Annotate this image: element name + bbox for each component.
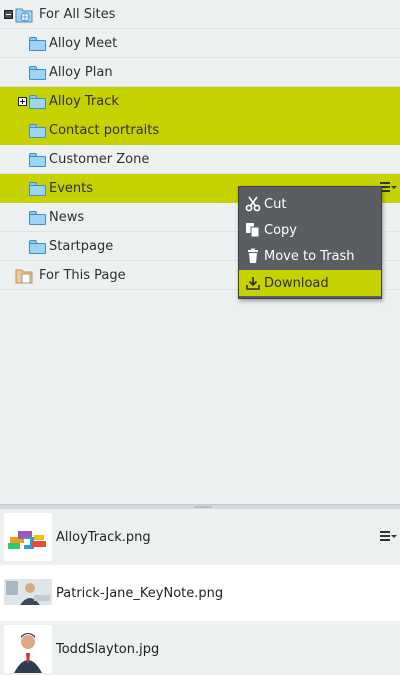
download-icon [245, 275, 261, 291]
folder-icon [29, 240, 46, 254]
menu-item-download[interactable]: Download [239, 270, 381, 296]
tree-node-label: Alloy Plan [49, 64, 113, 80]
context-menu: Cut Copy Move to Trash Download [238, 186, 382, 299]
tree-node-label: Alloy Meet [49, 35, 118, 51]
collapse-icon[interactable] [4, 10, 13, 19]
asset-item-alloytrack[interactable]: AlloyTrack.png [0, 509, 400, 565]
tree-node-label: Customer Zone [49, 151, 150, 167]
tree-node-label: News [49, 209, 85, 225]
tree-node-alloy-track[interactable]: Alloy Track [0, 87, 400, 116]
copy-icon [245, 222, 261, 238]
page-folder-icon [15, 268, 33, 284]
asset-name: ToddSlayton.jpg [56, 641, 160, 657]
folder-icon [29, 37, 46, 51]
context-menu-icon[interactable] [380, 182, 397, 194]
asset-item-patrick-jane-keynote[interactable]: Patrick-Jane_KeyNote.png [0, 565, 400, 621]
tree-node-alloy-meet[interactable]: Alloy Meet [0, 29, 400, 58]
asset-name: AlloyTrack.png [56, 529, 151, 545]
folder-icon [29, 182, 46, 196]
asset-thumbnail [4, 569, 52, 617]
tree-node-customer-zone[interactable]: Customer Zone [0, 145, 400, 174]
tree-node-label: For All Sites [39, 6, 116, 22]
asset-item-toddslayton[interactable]: ToddSlayton.jpg [0, 621, 400, 675]
folder-icon [29, 124, 46, 138]
site-folder-icon [15, 7, 33, 23]
tree-node-label: Events [49, 180, 94, 196]
tree-node-label: Alloy Track [49, 93, 119, 109]
folder-icon [29, 153, 46, 167]
menu-item-cut[interactable]: Cut [239, 191, 381, 217]
tree-node-alloy-plan[interactable]: Alloy Plan [0, 58, 400, 87]
tree-node-label: For This Page [39, 267, 126, 283]
tree-node-for-all-sites[interactable]: For All Sites [0, 0, 400, 29]
menu-item-move-to-trash[interactable]: Move to Trash [239, 243, 381, 269]
context-menu-icon[interactable] [380, 531, 397, 543]
folder-icon [29, 95, 46, 109]
asset-list: AlloyTrack.png Patrick-Jane_KeyNote.png [0, 509, 400, 675]
menu-item-label: Move to Trash [264, 248, 355, 264]
scissors-icon [245, 196, 261, 212]
tree-node-label: Contact portraits [49, 122, 160, 138]
asset-thumbnail [4, 513, 52, 561]
tree-node-contact-portraits[interactable]: Contact portraits [0, 116, 400, 145]
folder-icon [29, 211, 46, 225]
menu-item-copy[interactable]: Copy [239, 217, 381, 243]
tree-node-label: Startpage [49, 238, 114, 254]
trash-icon [245, 248, 261, 264]
menu-item-label: Cut [264, 196, 287, 212]
asset-name: Patrick-Jane_KeyNote.png [56, 585, 224, 601]
menu-item-label: Download [264, 275, 329, 291]
folder-icon [29, 66, 46, 80]
asset-thumbnail [4, 625, 52, 673]
expand-icon[interactable] [18, 97, 27, 106]
menu-item-label: Copy [264, 222, 297, 238]
